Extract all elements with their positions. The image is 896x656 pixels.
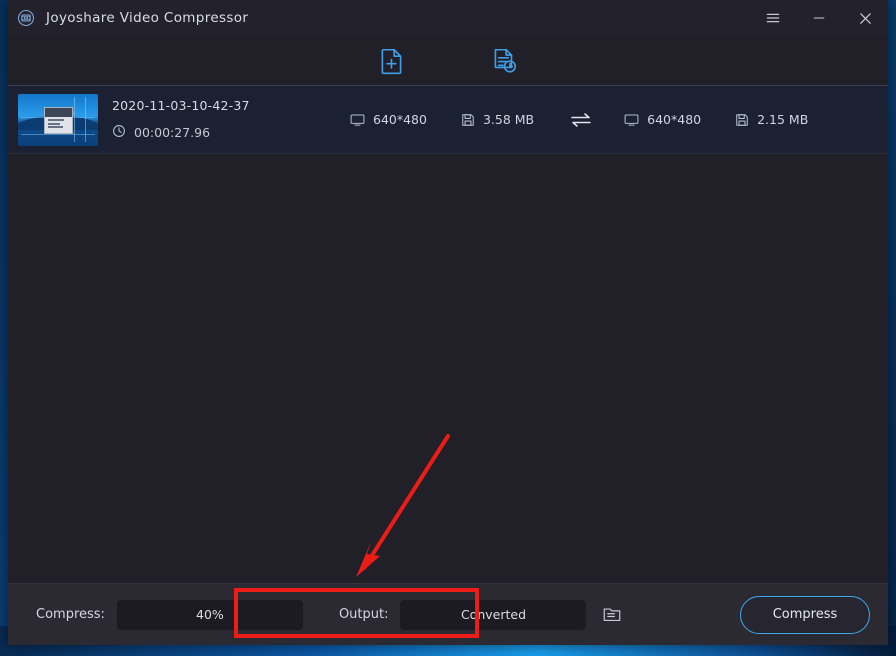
source-size: 3.58 MB xyxy=(461,112,534,127)
video-thumbnail xyxy=(18,94,98,146)
compress-label: Compress: xyxy=(36,607,105,622)
minimize-icon[interactable] xyxy=(796,0,842,36)
add-file-icon[interactable] xyxy=(375,44,409,78)
toolbar xyxy=(8,36,888,86)
save-disk-icon xyxy=(461,113,475,127)
source-resolution: 640*480 xyxy=(350,112,427,127)
file-duration-value: 00:00:27.96 xyxy=(134,125,210,140)
monitor-icon xyxy=(624,113,639,127)
output-resolution-value: 640*480 xyxy=(647,112,701,127)
source-size-value: 3.58 MB xyxy=(483,112,534,127)
window-controls xyxy=(750,0,888,36)
clock-icon xyxy=(112,124,126,141)
file-meta: 2020-11-03-10-42-37 00:00:27.96 xyxy=(112,98,342,141)
title-bar: Joyoshare Video Compressor xyxy=(8,0,888,36)
output-label: Output: xyxy=(339,607,389,622)
file-duration: 00:00:27.96 xyxy=(112,124,342,141)
application-window: Joyoshare Video Compressor xyxy=(8,0,888,645)
bottom-bar: Compress: 40% Output: Converted Compress xyxy=(8,583,888,645)
recent-files-icon[interactable] xyxy=(487,44,521,78)
convert-arrows-icon xyxy=(568,111,594,129)
open-folder-icon[interactable] xyxy=(600,603,624,627)
output-size: 2.15 MB xyxy=(735,112,808,127)
monitor-icon xyxy=(350,113,365,127)
close-icon[interactable] xyxy=(842,0,888,36)
file-name: 2020-11-03-10-42-37 xyxy=(112,98,342,113)
source-resolution-value: 640*480 xyxy=(373,112,427,127)
table-row[interactable]: 2020-11-03-10-42-37 00:00:27.96 xyxy=(8,86,888,154)
window-title: Joyoshare Video Compressor xyxy=(46,10,248,26)
output-setting: Output: Converted xyxy=(339,600,625,630)
output-folder-input[interactable]: Converted xyxy=(400,600,586,630)
save-disk-icon xyxy=(735,113,749,127)
compress-button[interactable]: Compress xyxy=(740,596,870,634)
hamburger-menu-icon[interactable] xyxy=(750,0,796,36)
compress-setting: Compress: 40% xyxy=(36,600,303,630)
output-resolution: 640*480 xyxy=(624,112,701,127)
file-stats: 640*480 3.58 MB xyxy=(350,111,808,129)
video-frame-icon xyxy=(16,8,36,28)
compress-ratio-input[interactable]: 40% xyxy=(117,600,303,630)
file-list[interactable]: 2020-11-03-10-42-37 00:00:27.96 xyxy=(8,86,888,583)
output-size-value: 2.15 MB xyxy=(757,112,808,127)
